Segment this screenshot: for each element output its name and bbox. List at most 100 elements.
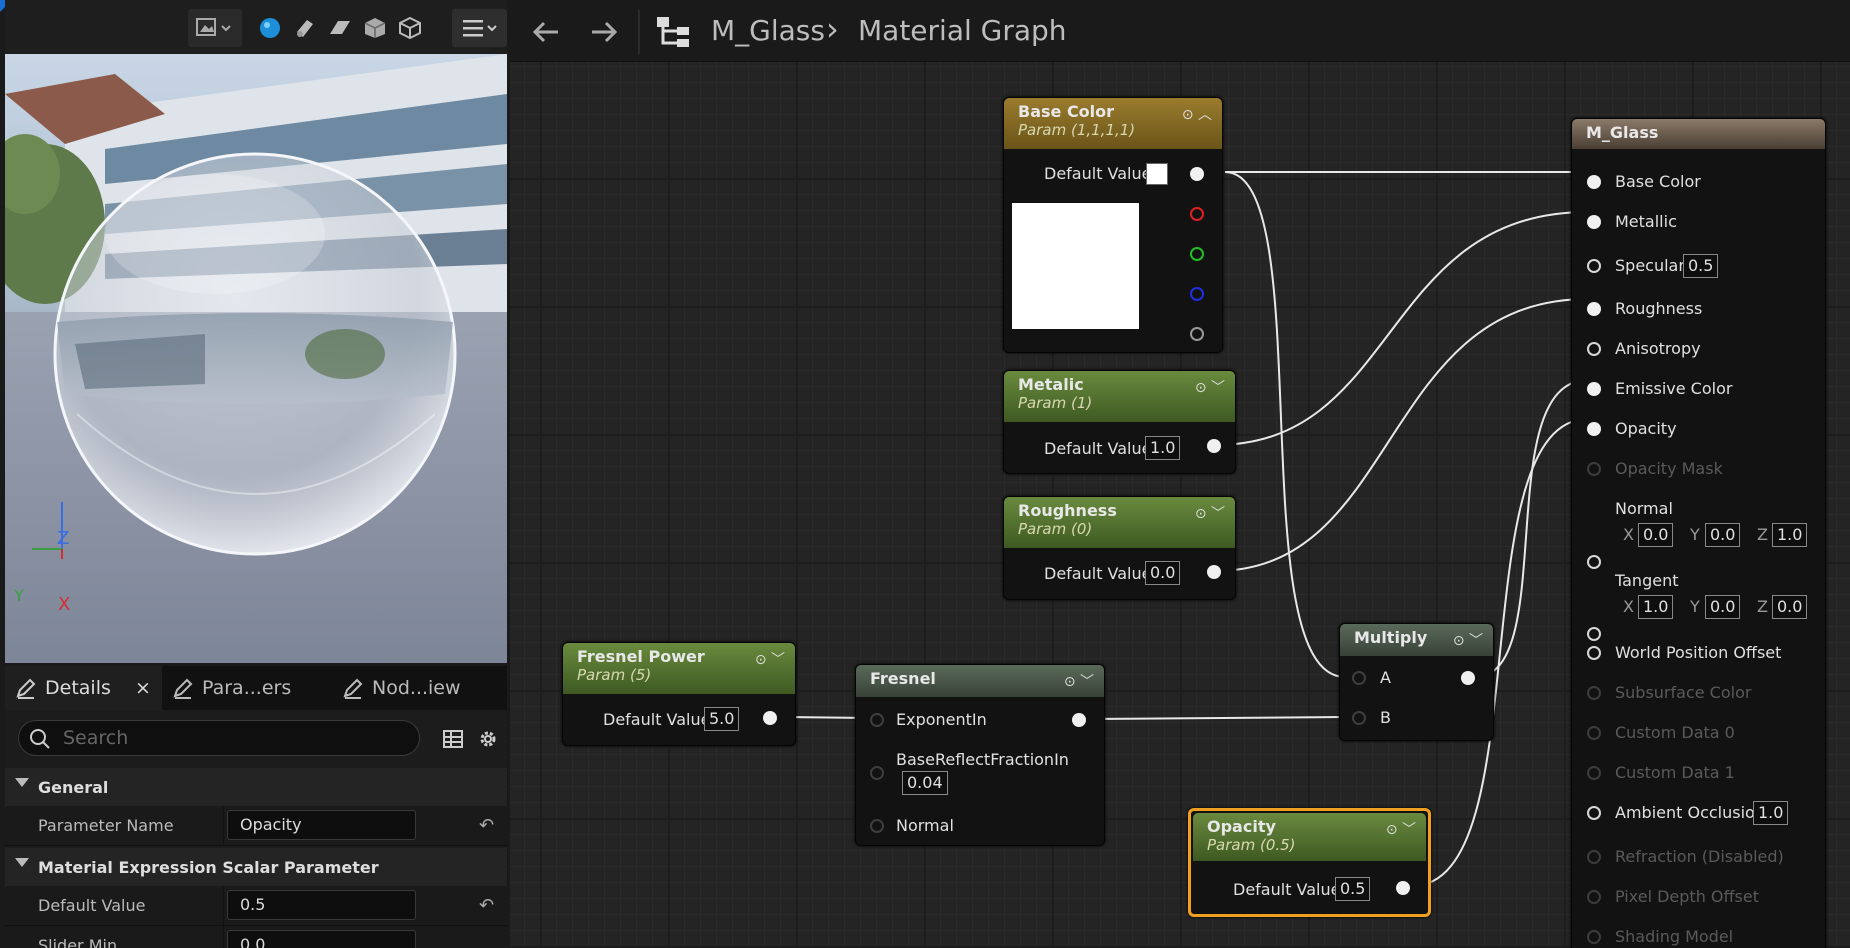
reset-to-default-icon[interactable]: ↶ [479,895,494,916]
input-pin-opacity-mask[interactable] [1587,462,1601,476]
color-swatch-small[interactable] [1146,163,1168,185]
gear-icon[interactable] [476,727,500,751]
output-pin[interactable] [1396,881,1410,895]
node-header-buttons[interactable]: ⊙ ﹀ [1453,630,1483,650]
node-multiply[interactable]: Multiply ⊙ ﹀ A B [1339,623,1494,741]
viewport-options-icon [196,18,231,36]
base-reflect-input[interactable]: 0.04 [902,771,948,795]
slider-min-field[interactable]: 0.0 [227,930,416,948]
output-pin[interactable] [1072,713,1086,727]
input-pin-normal[interactable] [1587,555,1601,569]
reset-to-default-icon[interactable]: ↶ [479,815,494,836]
plane-preview-icon[interactable] [328,16,352,40]
viewport-menu-button[interactable] [452,9,507,47]
output-pin[interactable] [1207,439,1221,453]
output-pin[interactable] [1207,565,1221,579]
input-pin-refraction-disabled[interactable] [1587,850,1601,864]
close-tab-icon[interactable]: × [135,677,151,699]
section-general[interactable]: General [5,768,507,806]
tab-parameters[interactable]: Para...ers [172,666,312,710]
input-tangent-y[interactable]: 0.0 [1705,595,1741,619]
viewport-options-button[interactable] [188,9,242,47]
node-header-buttons[interactable]: ⊙ ﹀ [1386,819,1416,839]
input-pin-anisotropy[interactable] [1587,342,1601,356]
back-arrow-icon[interactable] [530,18,562,46]
preview-scene [5,54,507,663]
output-pin[interactable] [763,711,777,725]
input-label-metallic: Metallic [1615,212,1677,231]
node-header-buttons[interactable]: ⊙ ﹀ [1195,503,1225,523]
search-input[interactable]: Search [18,720,420,756]
input-tangent-z[interactable]: 0.0 [1772,595,1808,619]
node-header-buttons[interactable]: ⊙ ﹀ [755,649,785,669]
input-normal-z[interactable]: 1.0 [1772,523,1808,547]
material-preview-viewport[interactable]: Z Y X [5,54,507,663]
b-input-pin[interactable] [1352,711,1366,725]
breadcrumb-graph[interactable]: Material Graph [858,14,1067,47]
b-output-pin[interactable] [1190,287,1204,301]
property-row-parameter-name: Parameter Name Opacity ↶ [5,806,507,846]
graph-hierarchy-icon[interactable] [655,15,691,49]
a-output-pin[interactable] [1190,327,1204,341]
input-label-emissive-color: Emissive Color [1615,379,1733,398]
input-value-specular[interactable]: 0.5 [1683,254,1719,278]
r-output-pin[interactable] [1190,207,1204,221]
exponent-input-pin[interactable] [870,713,884,727]
a-label: A [1380,668,1391,687]
node-fresnel-power[interactable]: Fresnel Power Param (5) ⊙ ﹀ Default Valu… [562,642,796,746]
base-reflect-input-pin[interactable] [870,766,884,780]
cube-preview-icon[interactable] [363,16,387,40]
tab-node-preview[interactable]: Nod...iew [342,666,507,710]
node-roughness[interactable]: Roughness Param (0) ⊙ ﹀ Default Value 0.… [1003,496,1236,600]
node-header-buttons[interactable]: ⊙ ﹀ [1195,377,1225,397]
section-scalar-parameter[interactable]: Material Expression Scalar Parameter [5,848,507,886]
node-header-buttons[interactable]: ⊙ ︿ [1182,104,1212,124]
node-fresnel[interactable]: Fresnel ⊙ ﹀ ExponentIn BaseReflectFracti… [855,664,1105,846]
axis-z-label: Z [1757,597,1768,616]
parameter-name-field[interactable]: Opacity [227,810,416,840]
input-pin-opacity[interactable] [1587,422,1601,436]
input-pin-world-position-offset[interactable] [1587,646,1601,660]
input-pin-pixel-depth-offset[interactable] [1587,890,1601,904]
default-value-input[interactable]: 0.0 [1145,561,1181,585]
input-pin-specular[interactable] [1587,259,1601,273]
default-value-input[interactable]: 5.0 [704,707,740,731]
sphere-preview-icon[interactable] [258,16,282,40]
input-pin-roughness[interactable] [1587,302,1601,316]
node-metallic[interactable]: Metalic Param (1) ⊙ ﹀ Default Value 1.0 [1003,370,1236,474]
forward-arrow-icon[interactable] [588,18,620,46]
input-pin-ambient-occlusion[interactable] [1587,806,1601,820]
node-opacity[interactable]: Opacity Param (0.5) ⊙ ﹀ Default Value 0.… [1188,808,1431,917]
breadcrumb-asset[interactable]: M_Glass [711,14,825,47]
a-input-pin[interactable] [1352,671,1366,685]
rgb-output-pin[interactable] [1190,167,1204,181]
table-view-icon[interactable] [442,728,464,750]
tab-details[interactable]: Details × [5,666,162,710]
node-base-color[interactable]: Base Color Param (1,1,1,1) ⊙ ︿ Default V… [1003,97,1223,353]
cylinder-preview-icon[interactable] [293,16,317,40]
input-pin-custom-data-0[interactable] [1587,726,1601,740]
g-output-pin[interactable] [1190,247,1204,261]
input-pin-metallic[interactable] [1587,215,1601,229]
node-result-m-glass[interactable]: M_Glass Base Color Metallic Specular 0.5 Rou… [1571,118,1826,948]
input-pin-tangent[interactable] [1587,627,1601,641]
normal-label: Normal [896,816,954,835]
normal-input-pin[interactable] [870,819,884,833]
input-pin-emissive-color[interactable] [1587,382,1601,396]
custom-mesh-preview-icon[interactable] [398,16,422,40]
input-normal-x[interactable]: 0.0 [1638,523,1674,547]
input-pin-custom-data-1[interactable] [1587,766,1601,780]
input-value-ambient-occlusion[interactable]: 1.0 [1753,801,1789,825]
input-normal-y[interactable]: 0.0 [1705,523,1741,547]
input-tangent-x[interactable]: 1.0 [1638,595,1674,619]
input-pin-subsurface-color[interactable] [1587,686,1601,700]
section-general-title: General [38,777,109,797]
node-header-buttons[interactable]: ⊙ ﹀ [1064,671,1094,691]
input-pin-shading-model[interactable] [1587,930,1601,944]
pencil-icon [16,678,36,699]
default-value-field[interactable]: 0.5 [227,890,416,920]
input-pin-base-color[interactable] [1587,175,1601,189]
default-value-input[interactable]: 1.0 [1145,436,1181,460]
default-value-input[interactable]: 0.5 [1335,877,1371,901]
output-pin[interactable] [1461,671,1475,685]
